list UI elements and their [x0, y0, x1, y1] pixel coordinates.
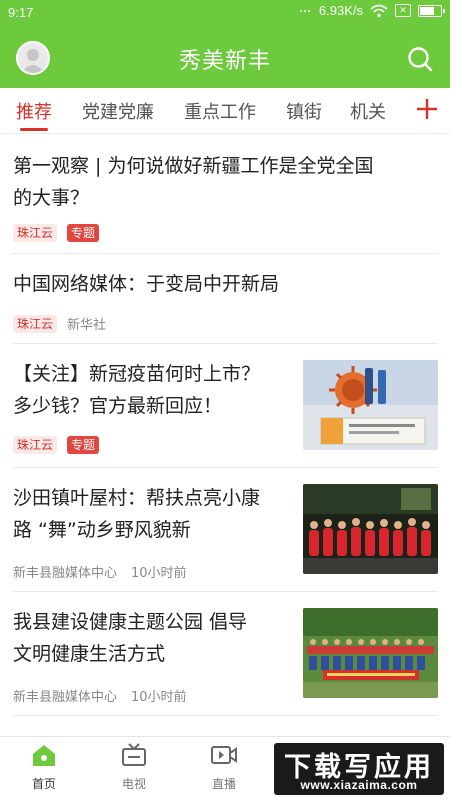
- bottom-nav: 首页 电视 直播 下载写应用 www.xiazaima.com: [0, 736, 450, 800]
- app-header: 秀美新丰: [0, 24, 450, 88]
- source-tag: 珠江云: [13, 436, 58, 454]
- news-title-line: 【关注】新冠疫苗何时上市？: [13, 363, 261, 385]
- tab-agencies[interactable]: 机关: [350, 98, 386, 124]
- site-watermark: 下载写应用 www.xiazaima.com: [274, 743, 444, 795]
- network-speed: 6.93K/s: [318, 3, 363, 18]
- topic-badge: 专题: [67, 436, 100, 454]
- news-title-line: 文明健康生活方式: [13, 643, 166, 665]
- tab-party-building[interactable]: 党建党廉: [82, 98, 154, 124]
- news-title-line: 我县建设健康主题公园 倡导: [13, 611, 248, 633]
- news-title: 第一观察 | 为何说做好新疆工作是全党全国 的大事？: [13, 150, 437, 214]
- publish-time: 10小时前: [131, 690, 187, 705]
- news-title-line: 沙田镇叶屋村：帮扶点亮小康: [13, 487, 261, 509]
- news-item[interactable]: 中国网络媒体：于变局中开新局 珠江云 新华社: [0, 254, 450, 344]
- battery-icon: [418, 4, 445, 17]
- news-item[interactable]: 我县建设健康主题公园 倡导 文明健康生活方式 新丰县融媒体中心 10小时前: [0, 592, 450, 716]
- news-title-line: 的大事？: [13, 187, 90, 209]
- nav-label: 电视: [121, 777, 146, 791]
- status-time: 9:17: [8, 5, 34, 20]
- vaccine-thumbnail: [303, 360, 438, 450]
- source-tag: 珠江云: [13, 314, 58, 333]
- news-item[interactable]: 第一观察 | 为何说做好新疆工作是全党全国 的大事？ 珠江云 专题: [0, 134, 450, 254]
- nav-label: 直播: [211, 777, 236, 791]
- add-channel-icon[interactable]: [412, 93, 442, 123]
- news-meta: 珠江云 新华社: [13, 314, 106, 333]
- tab-key-work[interactable]: 重点工作: [184, 98, 256, 124]
- news-meta: 新丰县融媒体中心 10小时前: [13, 686, 187, 705]
- tab-towns[interactable]: 镇街: [286, 98, 322, 124]
- news-meta: 珠江云 专题: [13, 224, 100, 242]
- news-title-line: 第一观察 | 为何说做好新疆工作是全党全国: [13, 155, 374, 177]
- category-tabs: 推荐 党建党廉 重点工作 镇街 机关: [0, 88, 450, 134]
- news-meta: 珠江云 专题: [13, 436, 100, 454]
- news-meta: 新丰县融媒体中心 10小时前: [13, 562, 187, 581]
- news-title: 中国网络媒体：于变局中开新局: [13, 268, 437, 300]
- signal-dots-icon: [299, 9, 310, 12]
- news-title-line: 路 “舞”动乡野风貌新: [13, 519, 191, 541]
- news-feed: 第一观察 | 为何说做好新疆工作是全党全国 的大事？ 珠江云 专题 中国网络媒体…: [0, 134, 450, 736]
- news-title: 沙田镇叶屋村：帮扶点亮小康 路 “舞”动乡野风貌新: [13, 482, 298, 546]
- app-title: 秀美新丰: [178, 49, 271, 74]
- home-icon: [33, 745, 55, 766]
- news-title-line: 中国网络媒体：于变局中开新局: [13, 273, 280, 295]
- news-title-line: 多少钱？官方最新回应！: [13, 395, 223, 417]
- nav-live[interactable]: 直播: [194, 743, 254, 792]
- nav-tv[interactable]: 电视: [104, 743, 164, 792]
- nav-label: 首页: [31, 777, 56, 791]
- source-tag: 珠江云: [13, 224, 58, 242]
- news-item[interactable]: 【关注】新冠疫苗何时上市？ 多少钱？官方最新回应！ 珠江云 专题: [0, 344, 450, 468]
- nav-home[interactable]: 首页: [14, 743, 74, 792]
- news-title: 【关注】新冠疫苗何时上市？ 多少钱？官方最新回应！: [13, 358, 298, 422]
- divider: [12, 715, 438, 716]
- tv-icon: [122, 743, 146, 766]
- status-icons: 6.93K/s ✕: [299, 3, 445, 18]
- dance-thumbnail: [303, 484, 438, 574]
- search-icon[interactable]: [406, 45, 434, 73]
- sim-disabled-icon: ✕: [395, 4, 411, 17]
- watermark-url: www.xiazaima.com: [300, 778, 418, 792]
- topic-badge: 专题: [67, 224, 100, 242]
- park-group-thumbnail: [303, 608, 438, 698]
- tab-recommended[interactable]: 推荐: [16, 98, 52, 124]
- wifi-icon: [370, 4, 388, 17]
- status-bar: 9:17 6.93K/s ✕: [0, 0, 450, 24]
- publish-time: 10小时前: [131, 566, 187, 581]
- active-tab-indicator: [20, 128, 48, 131]
- live-icon: [211, 746, 237, 764]
- publisher-name: 新丰县融媒体中心: [13, 690, 118, 705]
- news-item[interactable]: 沙田镇叶屋村：帮扶点亮小康 路 “舞”动乡野风貌新 新丰县融媒体中心 10小时前: [0, 468, 450, 592]
- publisher-name: 新华社: [67, 318, 107, 333]
- news-title: 我县建设健康主题公园 倡导 文明健康生活方式: [13, 606, 298, 670]
- publisher-name: 新丰县融媒体中心: [13, 566, 118, 581]
